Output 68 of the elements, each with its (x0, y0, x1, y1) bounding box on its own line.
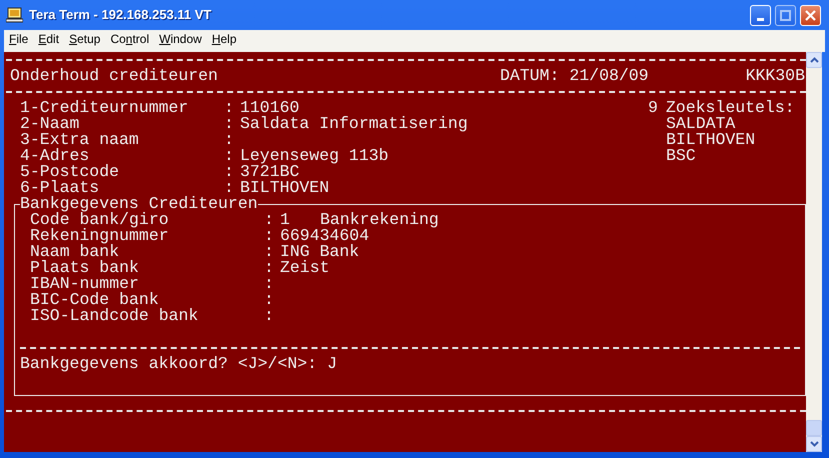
field-separator: : (264, 260, 275, 276)
field-separator: : (224, 148, 235, 164)
menu-item[interactable]: Control (105, 31, 154, 47)
field-separator: : (264, 244, 275, 260)
search-key: BSC (666, 148, 696, 164)
field-label: Code bank/giro (30, 212, 170, 228)
field-separator: : (224, 116, 235, 132)
field-separator: : (264, 292, 275, 308)
field-label: 1-Crediteurnummer (20, 100, 190, 116)
field-label: Rekeningnummer (30, 228, 170, 244)
field-separator: : (264, 308, 275, 324)
window-title: Tera Term - 192.168.253.11 VT (29, 6, 212, 24)
field-label: 5-Postcode (20, 164, 120, 180)
confirm-prompt: Bankgegevens akkoord? <J>/<N>: (20, 356, 318, 372)
scroll-thumb[interactable] (806, 420, 822, 436)
field-separator: : (264, 228, 275, 244)
field-value: 110160 (240, 100, 300, 116)
menu-item[interactable]: Help (206, 31, 242, 47)
maximize-button[interactable] (775, 4, 796, 26)
field-value: Zeist (280, 260, 330, 276)
date-label: DATUM: (500, 68, 560, 84)
field-label: 3-Extra naam (20, 132, 140, 148)
field-label: 4-Adres (20, 148, 90, 164)
field-label: ISO-Landcode bank (30, 308, 200, 324)
field-separator: : (264, 276, 275, 292)
minimize-button[interactable] (750, 4, 771, 26)
field-value: 1 (280, 212, 291, 228)
field-label: 6-Plaats (20, 180, 100, 196)
menu-item[interactable]: Window (154, 31, 207, 47)
minimize-icon (757, 18, 764, 20)
search-key: BILTHOVEN (666, 132, 756, 148)
close-icon (805, 10, 816, 20)
field-value: ING Bank (280, 244, 360, 260)
search-keys-label: Zoeksleutels: (666, 100, 795, 116)
field-label: IBAN-nummer (30, 276, 139, 292)
search-key-count: 9 (648, 100, 658, 116)
field-label: Naam bank (30, 244, 120, 260)
chevron-down-icon (810, 441, 818, 447)
menu-item[interactable]: Edit (33, 31, 64, 47)
field-label: Plaats bank (30, 260, 140, 276)
panel-title: Bankgegevens Crediteuren (20, 196, 258, 212)
maximize-icon (780, 10, 791, 20)
scrollbar[interactable] (806, 52, 822, 452)
field-description: Bankrekening (320, 212, 439, 228)
screen-title: Onderhoud crediteuren (10, 68, 218, 84)
chevron-up-icon (810, 57, 818, 63)
menu-item[interactable]: Setup (64, 31, 106, 47)
menu-item[interactable]: File (4, 31, 34, 47)
field-value: BILTHOVEN (240, 180, 330, 196)
field-label: 2-Naam (20, 116, 80, 132)
field-value: Leyenseweg 113b (240, 148, 389, 164)
terminal-icon (6, 7, 23, 23)
program-code: KKK30B (746, 68, 805, 84)
date-value: 21/08/09 (569, 68, 649, 84)
field-value: 3721BC (240, 164, 300, 180)
field-value: 669434604 (280, 228, 370, 244)
prompt-answer: J (327, 356, 337, 372)
field-value: Saldata Informatisering (240, 116, 468, 132)
close-button[interactable] (800, 4, 821, 26)
field-separator: : (224, 180, 234, 196)
field-separator: : (224, 132, 235, 148)
field-label: BIC-Code bank (30, 292, 160, 308)
field-separator: : (224, 164, 235, 180)
field-separator: : (264, 212, 275, 228)
search-key: SALDATA (666, 116, 736, 132)
field-separator: : (224, 100, 235, 116)
scroll-up-button[interactable] (806, 52, 822, 68)
scroll-down-button[interactable] (806, 436, 822, 452)
